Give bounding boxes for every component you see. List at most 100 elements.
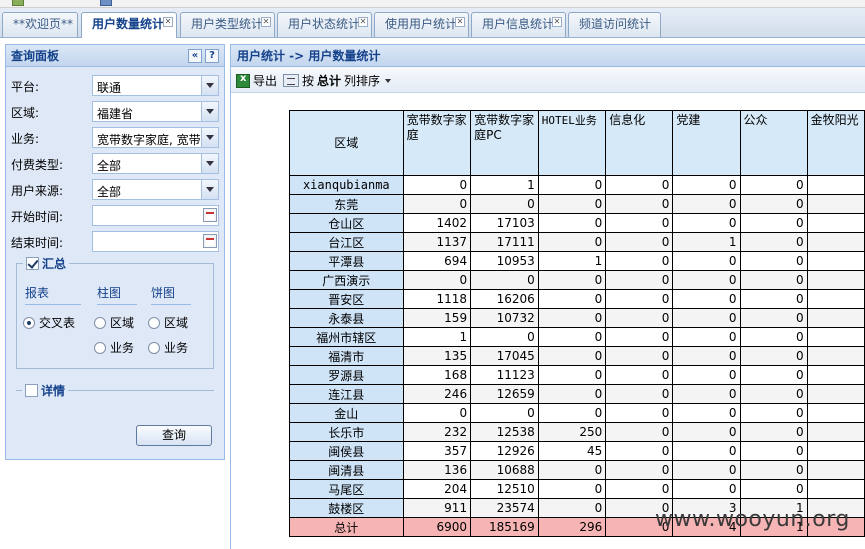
radio-crosstab[interactable]: 交叉表 xyxy=(23,314,75,331)
tab-user-status[interactable]: 用户状态统计 ✕ xyxy=(277,12,372,37)
tab-channel-visits[interactable]: 频道访问统计 xyxy=(568,12,661,37)
tab-active-users[interactable]: 使用用户统计 ✕ xyxy=(374,12,469,37)
value-cell: 0 xyxy=(739,479,808,499)
area-cell: 福州市辖区 xyxy=(289,327,404,347)
user-source-select[interactable]: 全部 xyxy=(92,179,219,200)
business-select[interactable]: 宽带数字家庭, 宽带 xyxy=(92,127,219,148)
query-panel-header: 查询面板 « ? xyxy=(6,45,224,67)
value-cell: 0 xyxy=(739,327,808,347)
summary-checkbox[interactable] xyxy=(26,257,39,270)
area-cell: 闽清县 xyxy=(289,460,404,480)
value-cell: 0 xyxy=(605,346,674,366)
value-cell: 0 xyxy=(605,194,674,214)
user-source-label: 用户来源: xyxy=(11,184,64,198)
region-row: 区域: 福建省 xyxy=(11,101,219,123)
value-cell: 0 xyxy=(537,213,607,233)
value-cell xyxy=(806,308,865,328)
collapse-icon[interactable]: « xyxy=(188,49,202,63)
radio-bar-area[interactable]: 区域 xyxy=(94,314,134,331)
value-cell: 12510 xyxy=(470,479,539,499)
value-cell xyxy=(806,327,865,347)
tab-user-count[interactable]: 用户数量统计 ✕ xyxy=(81,12,177,38)
close-icon[interactable]: ✕ xyxy=(163,17,173,27)
business-label: 业务: xyxy=(11,132,40,146)
toolbar-icon xyxy=(12,0,24,6)
value-cell: 357 xyxy=(402,441,472,461)
chevron-down-icon[interactable] xyxy=(201,76,218,95)
value-cell: 0 xyxy=(605,251,674,271)
platform-row: 平台: 联通 xyxy=(11,75,219,97)
table-row: 福清市 135 17045 0 0 0 0 xyxy=(289,346,865,366)
value-cell: 136 xyxy=(402,460,472,480)
value-cell xyxy=(806,346,865,366)
value-cell: 12538 xyxy=(470,422,539,442)
detail-legend: 详情 xyxy=(22,382,69,399)
group-title-bar: 柱图 xyxy=(97,284,137,305)
region-select[interactable]: 福建省 xyxy=(92,101,219,122)
payment-type-label: 付费类型: xyxy=(11,158,64,172)
value-cell: 0 xyxy=(605,384,674,404)
value-cell: 0 xyxy=(739,213,808,233)
value-cell: 0 xyxy=(402,403,472,423)
table-body: xianqubianma 0 1 0 0 0 0 东莞 0 0 0 0 0 0 仓山区 1402 17103 0 0… xyxy=(289,175,865,537)
value-cell: 0 xyxy=(402,270,472,290)
chevron-down-icon[interactable] xyxy=(201,180,218,199)
chevron-down-icon[interactable] xyxy=(201,154,218,173)
value-cell: 0 xyxy=(605,422,674,442)
value-cell: 1 xyxy=(402,327,472,347)
chevron-down-icon xyxy=(385,78,392,83)
radio-circle xyxy=(23,316,35,329)
table-row: 福州市辖区 1 0 0 0 0 0 xyxy=(289,327,865,347)
payment-type-row: 付费类型: 全部 xyxy=(11,153,219,175)
chevron-down-icon[interactable] xyxy=(201,102,218,121)
sort-button[interactable]: 按总计 列排序 xyxy=(283,72,392,89)
end-time-input[interactable] xyxy=(92,231,219,252)
radio-pie-business[interactable]: 业务 xyxy=(148,339,188,356)
table-row: 罗源县 168 11123 0 0 0 0 xyxy=(289,365,865,385)
value-cell: 6900 xyxy=(402,517,472,537)
calendar-icon[interactable] xyxy=(203,208,217,222)
summary-fieldset: 汇总 报表 柱图 饼图 交叉表 区域 区域 业务 业务 xyxy=(16,255,214,369)
start-time-label: 开始时间: xyxy=(11,210,64,224)
value-cell: 0 xyxy=(605,289,674,309)
column-header: 金牧阳光 xyxy=(806,110,865,176)
close-icon[interactable]: ✕ xyxy=(358,17,368,27)
table-row: 广西演示 0 0 0 0 0 0 xyxy=(289,270,865,290)
tab-user-type[interactable]: 用户类型统计 ✕ xyxy=(180,12,275,37)
query-button[interactable]: 查询 xyxy=(136,425,212,446)
table-row: 金山 0 0 0 0 0 0 xyxy=(289,403,865,423)
value-cell: 0 xyxy=(672,327,741,347)
watermark: www.wooyun.org xyxy=(655,507,850,532)
payment-type-select[interactable]: 全部 xyxy=(92,153,219,174)
value-cell: 1 xyxy=(672,232,741,252)
table-row: 晋安区 1118 16206 0 0 0 0 xyxy=(289,289,865,309)
value-cell: 0 xyxy=(537,479,607,499)
value-cell: 0 xyxy=(537,403,607,423)
value-cell: 0 xyxy=(739,175,808,195)
value-cell xyxy=(806,213,865,233)
area-cell: xianqubianma xyxy=(289,175,404,195)
close-icon[interactable]: ✕ xyxy=(552,17,562,27)
value-cell: 204 xyxy=(402,479,472,499)
start-time-input[interactable] xyxy=(92,205,219,226)
tab-user-info[interactable]: 用户信息统计 ✕ xyxy=(471,12,566,37)
column-header: HOTEL业务 xyxy=(537,110,607,176)
help-icon[interactable]: ? xyxy=(205,49,219,63)
radio-pie-area[interactable]: 区域 xyxy=(148,314,188,331)
detail-checkbox[interactable] xyxy=(25,384,38,397)
radio-circle xyxy=(148,316,160,329)
value-cell: 0 xyxy=(672,365,741,385)
value-cell: 0 xyxy=(470,270,539,290)
close-icon[interactable]: ✕ xyxy=(455,17,465,27)
area-cell: 金山 xyxy=(289,403,404,423)
chevron-down-icon[interactable] xyxy=(201,128,218,147)
tab-welcome[interactable]: **欢迎页** xyxy=(2,12,78,37)
value-cell: 0 xyxy=(672,270,741,290)
value-cell xyxy=(806,479,865,499)
platform-select[interactable]: 联通 xyxy=(92,75,219,96)
calendar-icon[interactable] xyxy=(203,234,217,248)
close-icon[interactable]: ✕ xyxy=(261,17,271,27)
radio-bar-business[interactable]: 业务 xyxy=(94,339,134,356)
export-button[interactable]: 导出 xyxy=(236,72,277,89)
value-cell: 0 xyxy=(537,194,607,214)
